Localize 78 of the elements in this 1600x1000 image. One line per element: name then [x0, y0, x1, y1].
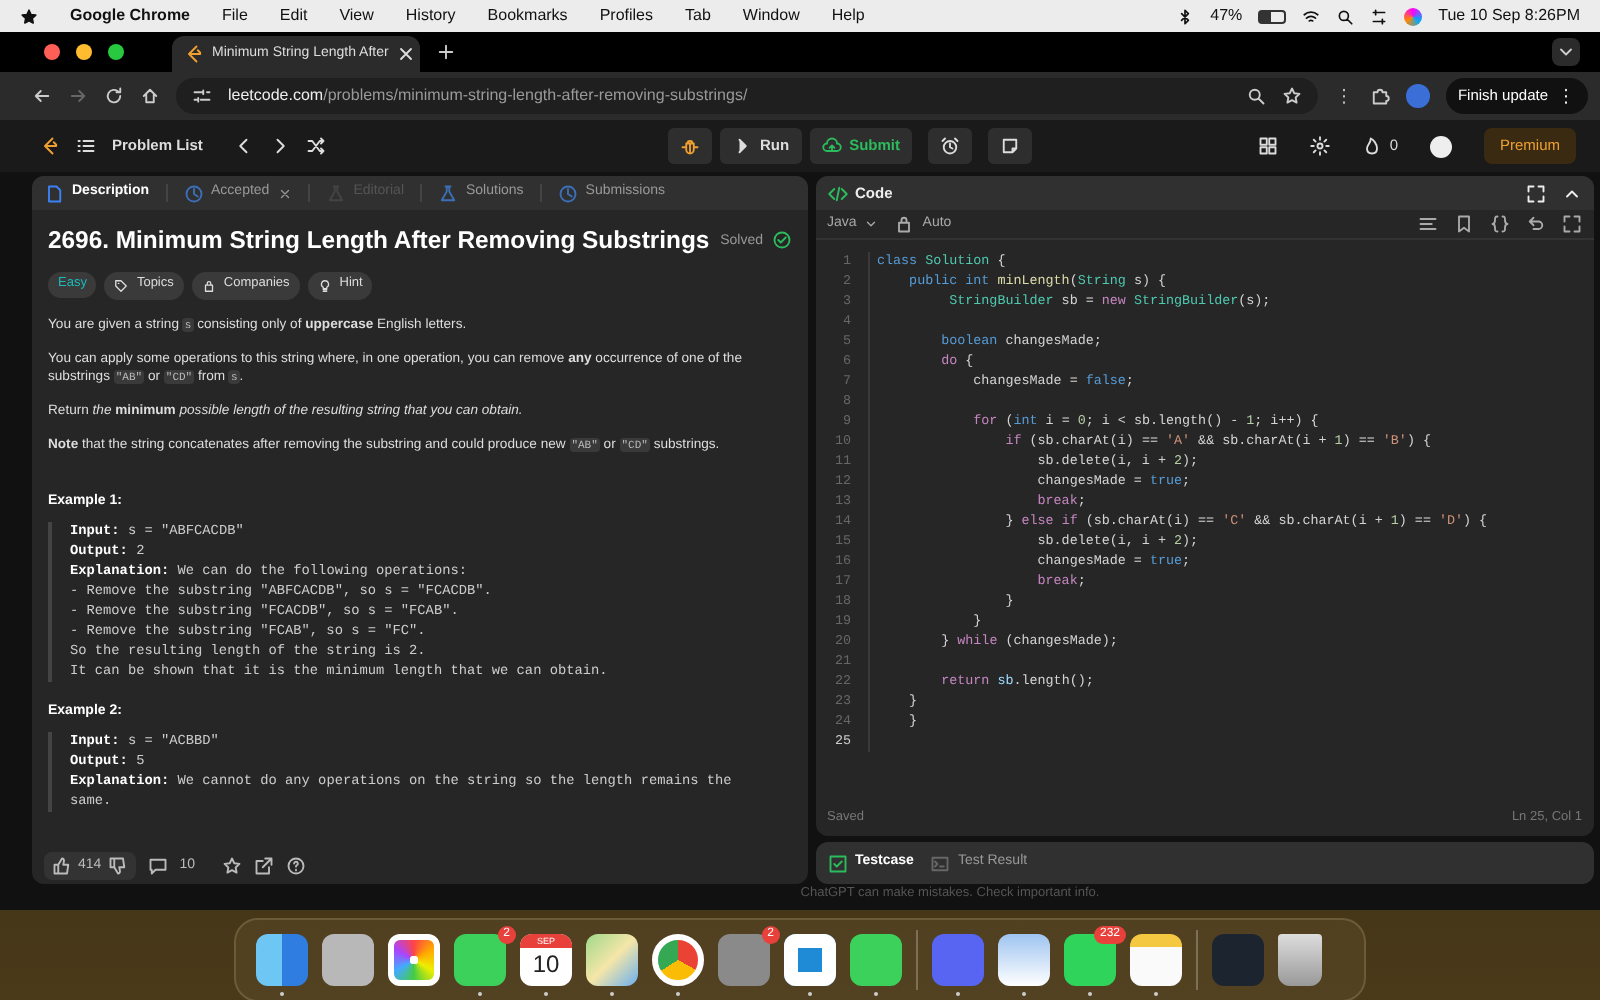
layout-icon[interactable]	[1257, 136, 1278, 156]
streak-icon[interactable]	[1361, 136, 1382, 156]
menu-item[interactable]: Profiles	[599, 4, 653, 28]
flask-icon	[438, 183, 458, 203]
assistant-icon[interactable]	[1404, 7, 1423, 25]
leetcode-logo-icon[interactable]	[40, 136, 60, 156]
thumbs-down-icon[interactable]	[107, 856, 128, 876]
shuffle-icon[interactable]	[306, 136, 327, 156]
braces-icon[interactable]	[1490, 214, 1510, 234]
wifi-icon[interactable]	[1302, 7, 1321, 25]
menu-item[interactable]: View	[339, 4, 374, 28]
user-avatar[interactable]	[1429, 135, 1452, 157]
tag-icon	[114, 275, 129, 296]
new-tab-icon[interactable]	[436, 42, 456, 62]
close-icon[interactable]	[396, 44, 417, 64]
settings-icon[interactable]	[1309, 136, 1330, 156]
maximize-icon[interactable]	[1526, 183, 1546, 203]
site-settings-icon[interactable]	[192, 86, 212, 106]
problem-title: 2696. Minimum String Length After Removing Substrings	[48, 226, 710, 256]
home-icon[interactable]	[140, 86, 160, 106]
battery-icon[interactable]	[1258, 9, 1287, 23]
timer-button[interactable]	[928, 128, 973, 164]
address-bar[interactable]: leetcode.com/problems/minimum-string-length-after-removing-substrings/	[176, 78, 1319, 114]
menu-clock: Tue 10 Sep 8:26PM	[1438, 4, 1580, 28]
bug-icon[interactable]	[680, 136, 700, 157]
battery-percentage: 47%	[1210, 4, 1243, 28]
clock-icon	[183, 183, 204, 203]
clock-icon	[557, 183, 578, 203]
check-icon	[771, 230, 791, 251]
notepad-icon[interactable]	[1130, 934, 1182, 986]
zoom-icon[interactable]	[1246, 86, 1267, 106]
search-icon[interactable]	[1336, 7, 1355, 25]
menu-item[interactable]: Bookmarks	[487, 4, 568, 28]
menu-item[interactable]: Window	[742, 4, 800, 28]
notes-button[interactable]	[988, 128, 1033, 164]
alarm-clock-icon[interactable]	[940, 136, 961, 157]
reset-icon[interactable]	[1526, 214, 1546, 234]
tab-list-icon[interactable]	[1552, 38, 1580, 66]
thumbs-up-icon[interactable]	[52, 856, 72, 876]
cloud-upload-icon[interactable]	[821, 136, 842, 156]
menu-item[interactable]: Tab	[685, 4, 711, 28]
lock-icon	[894, 214, 915, 234]
map-icon[interactable]	[586, 934, 638, 986]
fullscreen-icon[interactable]	[1562, 214, 1582, 234]
url-text: leetcode.com/problems/minimum-string-length-after-removing-substrings/	[228, 84, 750, 108]
bulb-icon	[317, 275, 332, 296]
menu-item[interactable]: File	[222, 4, 248, 28]
format-icon[interactable]	[1418, 214, 1438, 234]
help-icon[interactable]	[286, 856, 307, 876]
menu-item[interactable]: History	[405, 4, 456, 28]
browser-icon[interactable]	[652, 934, 704, 986]
app-menu[interactable]: Google Chrome	[70, 4, 191, 28]
trash-icon[interactable]	[1278, 934, 1322, 986]
menu-item[interactable]: Edit	[279, 4, 308, 28]
bookmark-icon[interactable]	[1454, 214, 1474, 234]
terminal-icon	[929, 853, 950, 873]
lock-icon	[201, 275, 216, 296]
share-icon[interactable]	[254, 856, 275, 876]
reload-icon[interactable]	[104, 86, 124, 106]
back-icon[interactable]	[32, 86, 52, 106]
bookmark-star-icon[interactable]	[1282, 86, 1303, 106]
code-icon	[827, 183, 847, 203]
note-icon[interactable]	[1000, 136, 1021, 157]
flower-icon[interactable]	[388, 934, 440, 986]
bluetooth-icon[interactable]	[1176, 7, 1195, 25]
profile-avatar[interactable]	[1406, 84, 1430, 108]
document-icon	[44, 183, 64, 203]
menu-item[interactable]: Help	[831, 4, 865, 28]
window-thumbnail[interactable]	[1212, 934, 1264, 986]
control-center-icon[interactable]	[1370, 7, 1389, 25]
extensions-icon[interactable]	[1370, 86, 1391, 106]
forward-icon[interactable]	[68, 86, 88, 106]
star-icon[interactable]	[222, 856, 243, 876]
checkbox-icon	[827, 853, 847, 873]
site-icon	[184, 44, 204, 64]
list-icon[interactable]	[76, 136, 96, 156]
comment-icon[interactable]	[147, 856, 168, 876]
debug-button[interactable]	[668, 128, 712, 164]
